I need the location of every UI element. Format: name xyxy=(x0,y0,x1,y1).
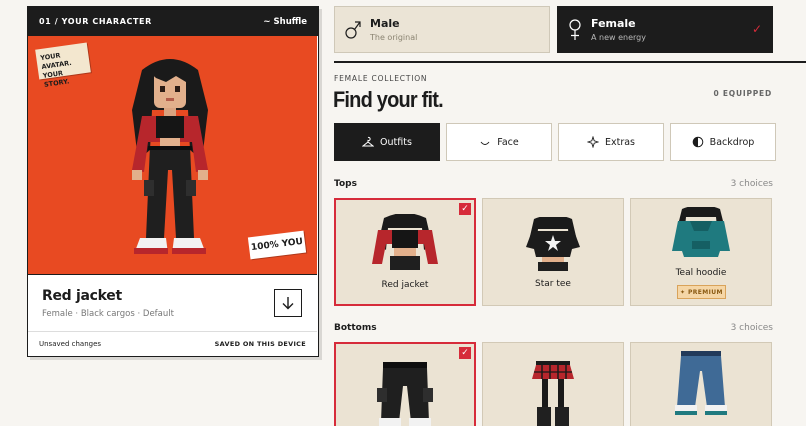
card-footer: Unsaved changes SAVED ON THIS DEVICE xyxy=(28,331,317,356)
download-arrow-icon xyxy=(282,297,294,310)
premium-badge: ✦ PREMIUM xyxy=(677,285,726,299)
tab-label: Outfits xyxy=(380,136,412,148)
top-item-teal-hoodie[interactable]: Teal hoodie ✦ PREMIUM xyxy=(630,198,772,306)
gender-option-male[interactable]: Male The original xyxy=(334,6,550,53)
female-icon xyxy=(569,18,581,40)
save-status: SAVED ON THIS DEVICE xyxy=(214,340,306,348)
shuffle-icon: ~ xyxy=(263,16,271,27)
tab-backdrop[interactable]: Backdrop xyxy=(670,123,776,161)
contrast-icon xyxy=(692,136,703,148)
selected-check-icon: ✓ xyxy=(751,22,762,36)
story-sticker: YOUR AVATAR. YOUR STORY. xyxy=(35,42,91,89)
tops-section-label: Tops xyxy=(334,179,357,189)
bottom-item-blue-jeans[interactable] xyxy=(630,342,772,426)
gender-sub: The original xyxy=(370,33,418,42)
page-title: Find your fit. xyxy=(333,88,444,113)
hanger-icon xyxy=(362,136,375,147)
collection-eyebrow: FEMALE COLLECTION xyxy=(334,74,428,83)
equipped-item-name: Red jacket xyxy=(42,288,122,304)
tab-label: Extras xyxy=(604,136,636,148)
teal-hoodie-thumbnail xyxy=(672,207,730,257)
star-tee-thumbnail xyxy=(526,217,580,271)
tab-outfits[interactable]: Outfits xyxy=(334,123,440,161)
check-icon: ✓ xyxy=(459,347,471,359)
top-item-red-jacket[interactable]: ✓ Red jacket xyxy=(334,198,476,306)
bottom-item-black-cargos[interactable]: ✓ xyxy=(334,342,476,426)
red-jacket-thumbnail xyxy=(372,214,438,270)
equipped-item-info: Red jacket Female · Black cargos · Defau… xyxy=(28,274,317,331)
shuffle-button[interactable]: ~ Shuffle xyxy=(263,17,307,27)
plaid-skirt-thumbnail xyxy=(532,361,574,426)
item-name: Red jacket xyxy=(381,280,429,290)
item-name: Teal hoodie xyxy=(675,268,727,278)
equipped-item-details: Female · Black cargos · Default xyxy=(42,309,174,319)
gender-option-female[interactable]: Female A new energy ✓ xyxy=(557,6,773,53)
tab-extras[interactable]: Extras xyxy=(558,123,664,161)
shuffle-label: Shuffle xyxy=(273,16,307,27)
category-tabs: Outfits Face Extras Backdrop xyxy=(334,123,776,161)
avatar-stage: YOUR AVATAR. YOUR STORY. 100% YOU xyxy=(28,36,317,274)
download-button[interactable] xyxy=(274,289,302,317)
gender-label: Female xyxy=(591,17,636,30)
bottom-item-plaid-skirt[interactable] xyxy=(482,342,624,426)
unsaved-status: Unsaved changes xyxy=(39,340,102,348)
check-icon: ✓ xyxy=(459,203,471,215)
bottoms-count: 3 choices xyxy=(730,323,773,333)
tab-face[interactable]: Face xyxy=(446,123,552,161)
card-header: 01 / YOUR CHARACTER ~ Shuffle xyxy=(28,7,318,36)
character-card: 01 / YOUR CHARACTER ~ Shuffle YOUR AVATA… xyxy=(27,6,319,357)
tab-label: Face xyxy=(497,136,519,148)
hundred-percent-sticker: 100% YOU xyxy=(247,230,307,260)
item-name: Star tee xyxy=(535,279,571,289)
gender-sub: A new energy xyxy=(591,33,646,42)
card-header-title: 01 / YOUR CHARACTER xyxy=(39,17,152,26)
avatar-preview xyxy=(132,59,208,254)
blue-jeans-thumbnail xyxy=(675,351,727,415)
section-divider xyxy=(334,61,806,63)
smile-icon xyxy=(480,141,490,145)
equipped-count: 0 EQUIPPED xyxy=(713,89,772,98)
male-icon xyxy=(345,20,361,39)
gender-label: Male xyxy=(370,17,400,30)
tops-count: 3 choices xyxy=(730,179,773,189)
top-item-star-tee[interactable]: Star tee xyxy=(482,198,624,306)
tab-label: Backdrop xyxy=(709,136,755,148)
bottoms-section-label: Bottoms xyxy=(334,323,377,333)
sparkle-icon xyxy=(586,136,599,148)
black-cargos-thumbnail xyxy=(377,362,433,426)
